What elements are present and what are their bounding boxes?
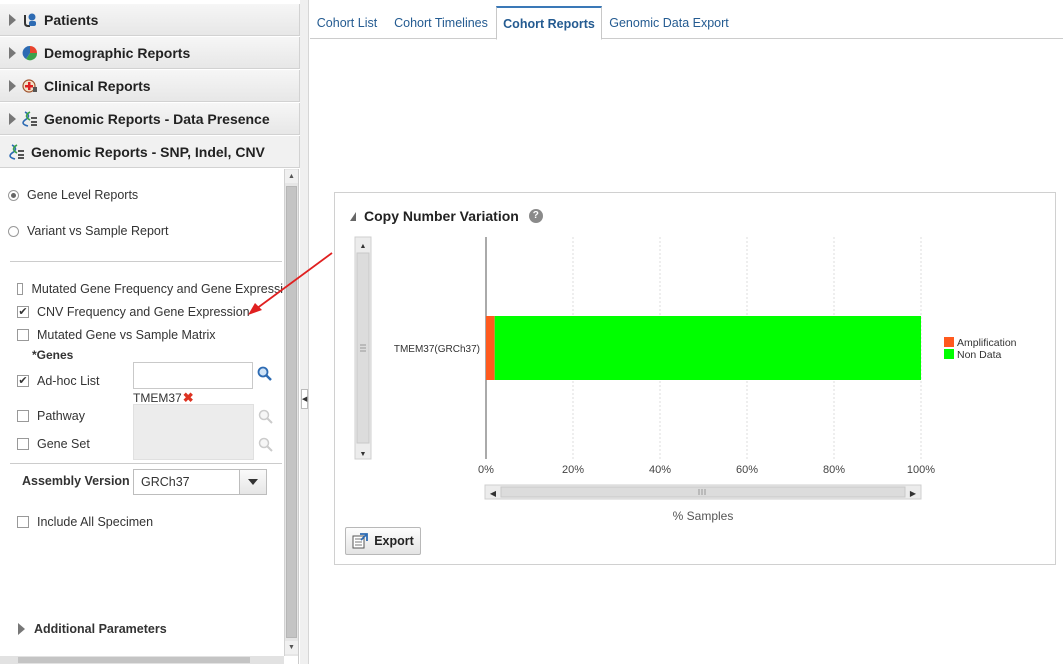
scrollbar-thumb[interactable]	[18, 657, 250, 663]
legend-swatch	[944, 349, 954, 359]
tab-cohort-list[interactable]: Cohort List	[310, 6, 384, 39]
checkbox[interactable]	[17, 329, 29, 341]
additional-parameters[interactable]: Additional Parameters	[18, 622, 167, 636]
tab-cohort-timelines[interactable]: Cohort Timelines	[386, 6, 496, 39]
radio-label: Variant vs Sample Report	[27, 224, 169, 238]
radio-variant-vs-sample[interactable]: Variant vs Sample Report	[8, 224, 169, 238]
expand-icon	[9, 112, 16, 125]
export-button[interactable]: Export	[345, 527, 421, 555]
search-icon	[258, 437, 273, 455]
chart-horizontal-scrollbar[interactable]: ◀ ▶	[484, 484, 922, 500]
expand-icon	[18, 623, 25, 635]
report-panel: Copy Number Variation ? ▲ ▼ TMEM37(GRCh3…	[334, 192, 1056, 565]
checkbox-label: Pathway	[37, 409, 85, 423]
collapse-left-icon[interactable]: ◀	[301, 389, 308, 409]
scroll-down-icon[interactable]: ▼	[285, 641, 298, 654]
radio-button[interactable]	[8, 189, 19, 201]
export-icon	[352, 533, 369, 549]
radio-gene-level-reports[interactable]: Gene Level Reports	[8, 188, 138, 202]
accordion-clinical-reports[interactable]: Clinical Reports	[0, 70, 300, 102]
svg-text:▲: ▲	[360, 243, 367, 250]
svg-text:▼: ▼	[360, 451, 367, 458]
export-button-label: Export	[374, 534, 414, 548]
checkbox-label: CNV Frequency and Gene Expression	[37, 305, 250, 319]
legend-swatch	[944, 337, 954, 347]
annotation-arrow	[248, 252, 333, 315]
assembly-select-value: GRCh37	[141, 475, 190, 489]
patients-icon	[22, 12, 38, 28]
accordion-label: Patients	[44, 11, 99, 28]
svg-text:▶: ▶	[910, 489, 917, 498]
option-cnv-frequency[interactable]: ✔ CNV Frequency and Gene Expression	[17, 305, 250, 319]
checkbox-label: Include All Specimen	[37, 515, 154, 529]
option-mutated-gene-vs-sample[interactable]: Mutated Gene vs Sample Matrix	[17, 328, 216, 342]
vertical-scrollbar[interactable]: ▲ ▼	[284, 169, 298, 656]
horizontal-scrollbar[interactable]	[0, 656, 284, 664]
cnv-chart: ▲ ▼ TMEM37(GRCh37) 0% 20% 40% 60% 80% 100% Am…	[354, 236, 1017, 523]
bar-segment	[486, 316, 495, 380]
assembly-label: Assembly Version	[22, 474, 130, 488]
dna-icon	[22, 110, 38, 127]
category-scrollbar[interactable]: ▲ ▼	[354, 236, 372, 460]
checkbox-label: Ad-hoc List	[37, 374, 100, 388]
accordion-label: Demographic Reports	[44, 44, 191, 61]
x-tick-label: 80%	[823, 464, 845, 476]
search-icon[interactable]	[257, 366, 273, 385]
accordion-genomic-data-presence[interactable]: Genomic Reports - Data Presence	[0, 103, 300, 135]
accordion-demographic-reports[interactable]: Demographic Reports	[0, 37, 300, 69]
checkbox[interactable]	[17, 410, 29, 422]
checkbox-checked[interactable]: ✔	[17, 375, 29, 387]
assembly-select[interactable]: GRCh37	[133, 469, 267, 495]
pie-chart-icon	[22, 45, 38, 61]
checkbox[interactable]	[17, 283, 24, 295]
category-label: TMEM37(GRCh37)	[394, 344, 480, 355]
adhoc-gene-input[interactable]	[133, 362, 253, 389]
divider	[10, 463, 282, 464]
option-gene-set[interactable]: Gene Set	[17, 437, 90, 451]
x-tick-label: 100%	[907, 464, 935, 476]
radio-button[interactable]	[8, 225, 19, 237]
dna-icon	[9, 143, 25, 160]
checkbox-label: Mutated Gene vs Sample Matrix	[37, 328, 216, 342]
x-tick-label: 0%	[478, 464, 494, 476]
accordion-label: Genomic Reports - SNP, Indel, CNV	[31, 143, 265, 160]
additional-parameters-label: Additional Parameters	[34, 622, 167, 636]
checkbox[interactable]	[17, 438, 29, 450]
x-tick-label: 20%	[562, 464, 584, 476]
expand-icon	[9, 13, 16, 26]
expand-icon	[9, 46, 16, 59]
accordion-content: Gene Level Reports Variant vs Sample Rep…	[0, 169, 299, 664]
clinical-icon	[22, 78, 38, 94]
option-pathway[interactable]: Pathway	[17, 409, 85, 423]
tab-bar: Cohort List Cohort Timelines Cohort Repo…	[310, 6, 1063, 40]
tab-genomic-data-export[interactable]: Genomic Data Export	[604, 6, 734, 39]
accordion-genomic-snp-indel-cnv[interactable]: Genomic Reports - SNP, Indel, CNV	[0, 136, 300, 168]
option-include-all-specimen[interactable]: Include All Specimen	[17, 515, 153, 529]
x-tick-label: 40%	[649, 464, 671, 476]
accordion-patients[interactable]: Patients	[0, 4, 300, 36]
legend-label: Amplification	[957, 337, 1017, 349]
checkbox-label: Gene Set	[37, 437, 90, 451]
tab-cohort-reports[interactable]: Cohort Reports	[496, 6, 602, 40]
checkbox-checked[interactable]: ✔	[17, 306, 29, 318]
panel-splitter[interactable]: ◀	[300, 0, 309, 664]
pathway-gene-set-box	[133, 404, 254, 460]
bar-segment	[494, 316, 921, 380]
genes-label: *Genes	[32, 348, 74, 362]
checkbox[interactable]	[17, 516, 29, 528]
chevron-down-icon[interactable]	[239, 470, 266, 494]
radio-label: Gene Level Reports	[27, 188, 139, 202]
scroll-up-icon[interactable]: ▲	[285, 170, 298, 183]
option-adhoc-list[interactable]: ✔ Ad-hoc List	[17, 374, 100, 388]
expand-icon	[9, 79, 16, 92]
svg-text:◀: ◀	[490, 489, 497, 498]
legend-label: Non Data	[957, 349, 1002, 361]
search-icon	[258, 409, 273, 427]
x-axis-label: % Samples	[673, 509, 734, 523]
left-panel: Patients Demographic Reports Clinical Re…	[0, 0, 300, 664]
gene-tag-label: TMEM37	[133, 391, 182, 405]
accordion-label: Genomic Reports - Data Presence	[44, 110, 270, 127]
x-tick-label: 60%	[736, 464, 758, 476]
accordion-label: Clinical Reports	[44, 77, 151, 94]
